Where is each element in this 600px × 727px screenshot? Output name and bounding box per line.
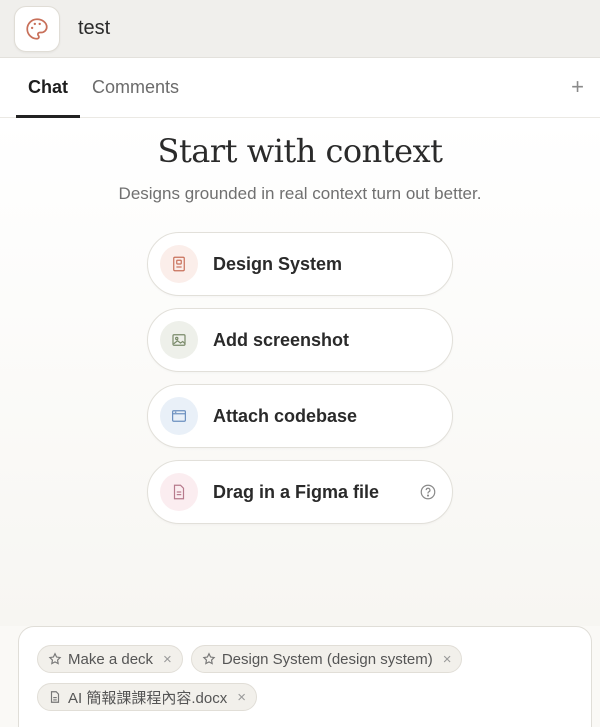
figma-file-button[interactable]: Drag in a Figma file [147,460,453,524]
remove-chip-button[interactable]: × [237,690,246,705]
context-options: Design System Add screenshot Attach code… [0,232,600,524]
option-label: Add screenshot [213,329,350,350]
design-system-button[interactable]: Design System [147,232,453,296]
message-composer[interactable]: Make a deck × Design System (design syst… [18,626,592,727]
option-label: Design System [213,253,343,274]
page-subtitle: Designs grounded in real context turn ou… [118,184,482,203]
remove-chip-button[interactable]: × [163,652,172,667]
image-icon [160,321,198,359]
star-icon [202,652,216,666]
palette-icon[interactable] [14,5,60,52]
tab-comments[interactable]: Comments [80,58,191,117]
context-panel: Start with context Designs grounded in r… [0,118,600,626]
tab-bar: Chat Comments + [0,58,600,118]
star-icon [48,652,62,666]
option-label: Drag in a Figma file [213,481,380,502]
design-system-icon [160,245,198,283]
remove-chip-button[interactable]: × [443,652,452,667]
top-bar: test [0,0,600,58]
add-tab-button[interactable]: + [571,75,584,99]
attach-codebase-button[interactable]: Attach codebase [147,384,453,448]
chip-label: AI 簡報課課程內容.docx [68,689,228,707]
tab-chat[interactable]: Chat [16,58,80,118]
document-icon [160,473,198,511]
attachment-chips: AI 簡報課課程內容.docx × [37,683,573,711]
page-title: Start with context [157,132,443,170]
context-chip[interactable]: Make a deck × [37,645,183,673]
attachment-chips: Make a deck × Design System (design syst… [37,645,573,673]
help-icon[interactable] [418,482,438,502]
code-window-icon [160,397,198,435]
option-label: Attach codebase [213,405,358,426]
chip-label: Make a deck [68,650,154,668]
file-chip[interactable]: AI 簡報課課程內容.docx × [37,683,257,711]
window-title: test [78,17,111,39]
context-chip[interactable]: Design System (design system) × [190,645,463,673]
file-icon [48,690,62,704]
add-screenshot-button[interactable]: Add screenshot [147,308,453,372]
chip-label: Design System (design system) [221,650,433,668]
